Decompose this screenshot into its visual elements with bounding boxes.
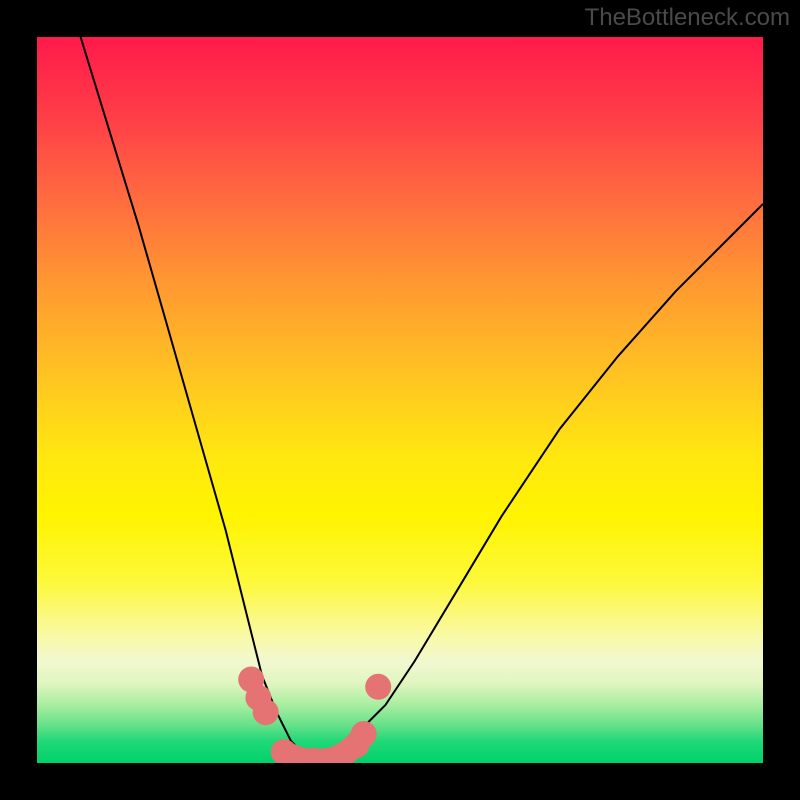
highlighted-point [351,721,377,747]
highlighted-points-group [238,667,391,764]
highlighted-point [253,699,279,725]
highlighted-point [365,674,391,700]
chart-svg [37,37,763,763]
watermark-text: TheBottleneck.com [585,4,790,32]
chart-plot-area [37,37,763,763]
left-curve-line [81,37,317,763]
